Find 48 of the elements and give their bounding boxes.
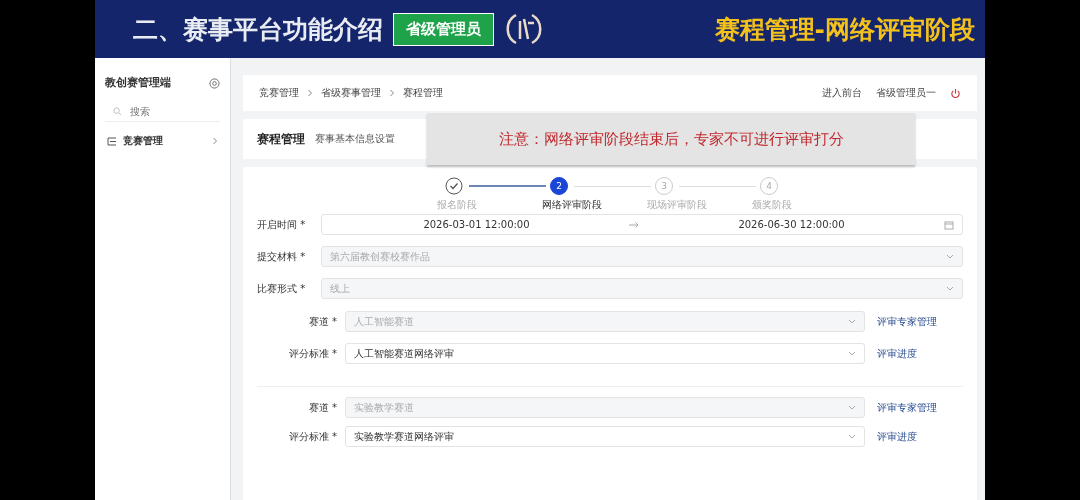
notice-banner: 注意：网络评审阶段结束后，专家不可进行评审打分 <box>427 113 915 165</box>
breadcrumb-link[interactable]: 省级赛事管理 <box>321 86 381 100</box>
caret-icon <box>946 286 954 291</box>
field-label: 比赛形式 * <box>257 281 307 296</box>
chevron-icon <box>307 89 313 97</box>
select-field[interactable]: 人工智能赛道网络评审 <box>345 343 865 364</box>
search-field[interactable]: 搜索 <box>130 104 210 119</box>
page-heading: 赛程管理 <box>257 131 305 147</box>
step-number: 2 <box>550 177 568 195</box>
section-title: 二、赛事平台功能介绍 <box>133 13 383 46</box>
field-label: 评分标准 * <box>287 429 338 444</box>
field-label: 提交材料 * <box>257 249 307 264</box>
power-icon[interactable] <box>950 87 961 99</box>
field-label: 赛道 * <box>307 314 338 329</box>
user-menu[interactable]: 省级管理员一 <box>876 86 936 100</box>
step-label: 颁奖阶段 <box>752 198 792 212</box>
caret-icon <box>848 319 856 324</box>
caret-icon <box>848 405 856 410</box>
nav-link[interactable]: 进入前台 <box>822 86 862 100</box>
caret-icon <box>848 434 856 439</box>
caret-icon <box>848 351 856 356</box>
page-title: 赛程管理-网络评审阶段 <box>714 13 975 46</box>
sidebar-title: 教创赛管理端 <box>105 76 171 90</box>
caret-icon <box>946 254 954 259</box>
list-icon <box>107 136 117 146</box>
role-badge: 省级管理员 <box>393 12 494 46</box>
field-label: 赛道 * <box>307 400 338 415</box>
calendar-icon <box>944 219 954 230</box>
breadcrumb-link[interactable]: 竞赛管理 <box>259 86 299 100</box>
page-subtitle: 赛事基本信息设置 <box>315 132 395 146</box>
field-label: 评分标准 * <box>287 346 338 361</box>
sidebar-item[interactable]: 竞赛管理 <box>105 122 220 160</box>
step-label: 现场评审阶段 <box>647 198 707 212</box>
field-label: 开启时间 * <box>257 217 307 232</box>
arrow-icon <box>629 221 639 228</box>
step-label: 报名阶段 <box>437 198 477 212</box>
chevron-icon <box>389 89 395 97</box>
breadcrumb-link[interactable]: 赛程管理 <box>403 86 443 100</box>
chevron-icon <box>212 137 218 145</box>
search-icon <box>113 107 122 116</box>
step-number: 3 <box>655 177 673 195</box>
select-field[interactable]: 实验教学赛道网络评审 <box>345 426 865 447</box>
action-link[interactable]: 评审进度 <box>865 346 963 361</box>
date-range-field[interactable]: 2026-03-01 12:00:00 2026-06-30 12:00:00 <box>321 214 963 235</box>
settings-icon[interactable] <box>209 77 220 89</box>
step-label: 网络评审阶段 <box>542 198 602 212</box>
action-link[interactable]: 评审进度 <box>865 429 963 444</box>
step-number: 4 <box>760 177 778 195</box>
